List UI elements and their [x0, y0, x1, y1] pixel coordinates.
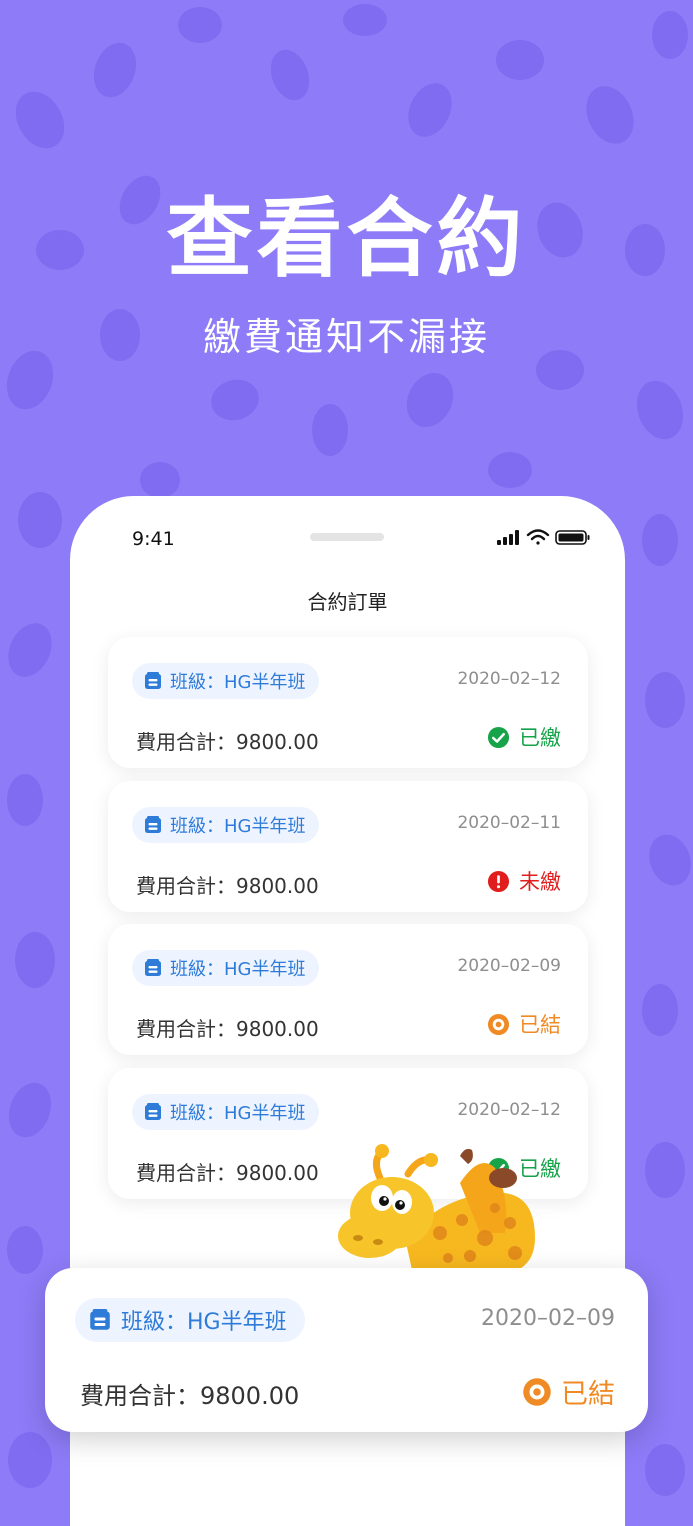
- status-badge: 未繳: [487, 866, 561, 896]
- status-badge: 已結: [487, 1009, 561, 1039]
- highlight-order-card[interactable]: 班級：HG半年班 2020–02–09 費用合計：9800.00 已結: [45, 1268, 648, 1432]
- class-icon: [145, 672, 161, 689]
- page-title: 合約訂單: [307, 590, 388, 614]
- order-date: 2020–02–11: [457, 813, 561, 833]
- class-chip: 班級：HG半年班: [132, 663, 320, 699]
- status-label: 未繳: [519, 870, 561, 894]
- battery-icon: [555, 530, 590, 545]
- class-label: 班級：HG半年班: [170, 816, 306, 837]
- order-card[interactable]: 班級：HG半年班 2020–02–11 費用合計：9800.00 未繳: [108, 781, 588, 912]
- class-label: 班級：HG半年班: [121, 1310, 287, 1335]
- notch: [310, 533, 384, 541]
- status-icons: [497, 529, 590, 545]
- status-badge: 已繳: [487, 722, 561, 752]
- order-date: 2020–02–09: [481, 1306, 615, 1331]
- status-label: 已結: [519, 1013, 561, 1037]
- status-badge: 已結: [522, 1372, 615, 1411]
- check-circle-icon: [487, 726, 510, 748]
- status-time: 9:41: [132, 528, 175, 550]
- wifi-icon: [526, 529, 550, 545]
- order-total: 費用合計：9800.00: [136, 730, 319, 754]
- class-icon: [145, 959, 161, 976]
- class-label: 班級：HG半年班: [170, 1103, 306, 1124]
- order-total: 費用合計：9800.00: [80, 1382, 300, 1410]
- alert-circle-icon: [487, 870, 510, 892]
- class-chip: 班級：HG半年班: [132, 807, 320, 843]
- hero-title: 查看合約: [166, 189, 527, 289]
- class-label: 班級：HG半年班: [170, 672, 306, 693]
- order-total: 費用合計：9800.00: [136, 1161, 319, 1185]
- order-total: 費用合計：9800.00: [136, 874, 319, 898]
- status-label: 已結: [561, 1379, 615, 1410]
- hero-subtitle: 繳費通知不漏接: [202, 315, 490, 359]
- class-chip: 班級：HG半年班: [132, 1094, 320, 1130]
- target-circle-icon: [523, 1377, 551, 1406]
- class-chip: 班級：HG半年班: [75, 1298, 305, 1342]
- order-date: 2020–02–09: [457, 956, 561, 976]
- class-label: 班級：HG半年班: [170, 959, 306, 980]
- status-label: 已繳: [519, 726, 561, 750]
- class-icon: [145, 816, 161, 833]
- class-chip: 班級：HG半年班: [132, 950, 320, 986]
- order-date: 2020–02–12: [457, 1100, 561, 1120]
- cellular-signal-icon: [497, 530, 519, 545]
- order-card[interactable]: 班級：HG半年班 2020–02–12 費用合計：9800.00 已繳: [108, 637, 588, 768]
- order-card[interactable]: 班級：HG半年班 2020–02–09 費用合計：9800.00 已結: [108, 924, 588, 1055]
- class-icon: [145, 1103, 161, 1120]
- order-total: 費用合計：9800.00: [136, 1017, 319, 1041]
- target-circle-icon: [487, 1013, 510, 1035]
- class-icon: [90, 1309, 110, 1330]
- order-date: 2020–02–12: [457, 669, 561, 689]
